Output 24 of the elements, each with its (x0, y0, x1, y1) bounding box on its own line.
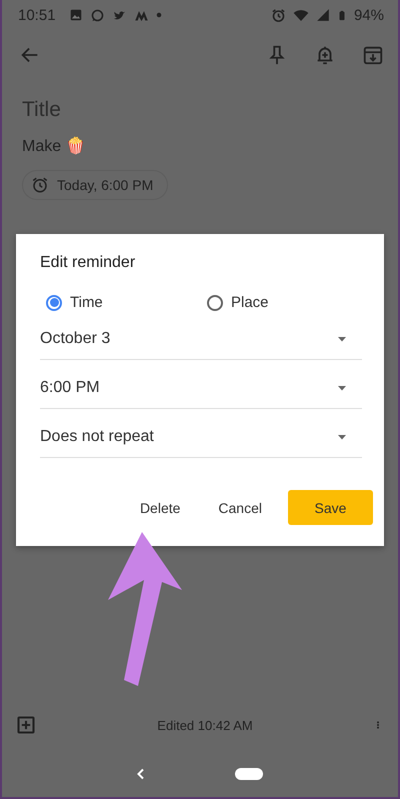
text-button[interactable]: Cancel (206, 492, 274, 524)
dropdown-field[interactable]: Does not repeat (40, 417, 362, 458)
radio-button[interactable] (207, 294, 223, 310)
archive-icon[interactable] (362, 44, 384, 66)
dropdown-field[interactable]: October 3 (40, 319, 362, 360)
signal-icon (316, 8, 330, 22)
chat-bubble-icon (90, 8, 105, 22)
save-button[interactable]: Save (288, 490, 373, 525)
battery-percent: 94% (354, 6, 384, 24)
radio-label[interactable]: Place (231, 294, 269, 311)
text-button[interactable]: Delete (128, 492, 192, 524)
wifi-icon (292, 7, 309, 23)
radio-label[interactable]: Time (70, 294, 103, 311)
edited-time: Edited 10:42 AM (157, 718, 253, 732)
clock-time: 10:51 (18, 6, 56, 24)
dot-icon (156, 12, 162, 18)
alarm-icon (270, 8, 286, 22)
add-box-icon[interactable] (16, 715, 36, 735)
image-icon (68, 8, 83, 22)
dropdown-field[interactable]: 6:00 PM (40, 368, 362, 409)
dialog-title: Edit reminder (40, 254, 136, 272)
home-handle[interactable] (235, 768, 263, 780)
alarm-icon (31, 176, 49, 194)
radio-button[interactable] (46, 294, 62, 310)
